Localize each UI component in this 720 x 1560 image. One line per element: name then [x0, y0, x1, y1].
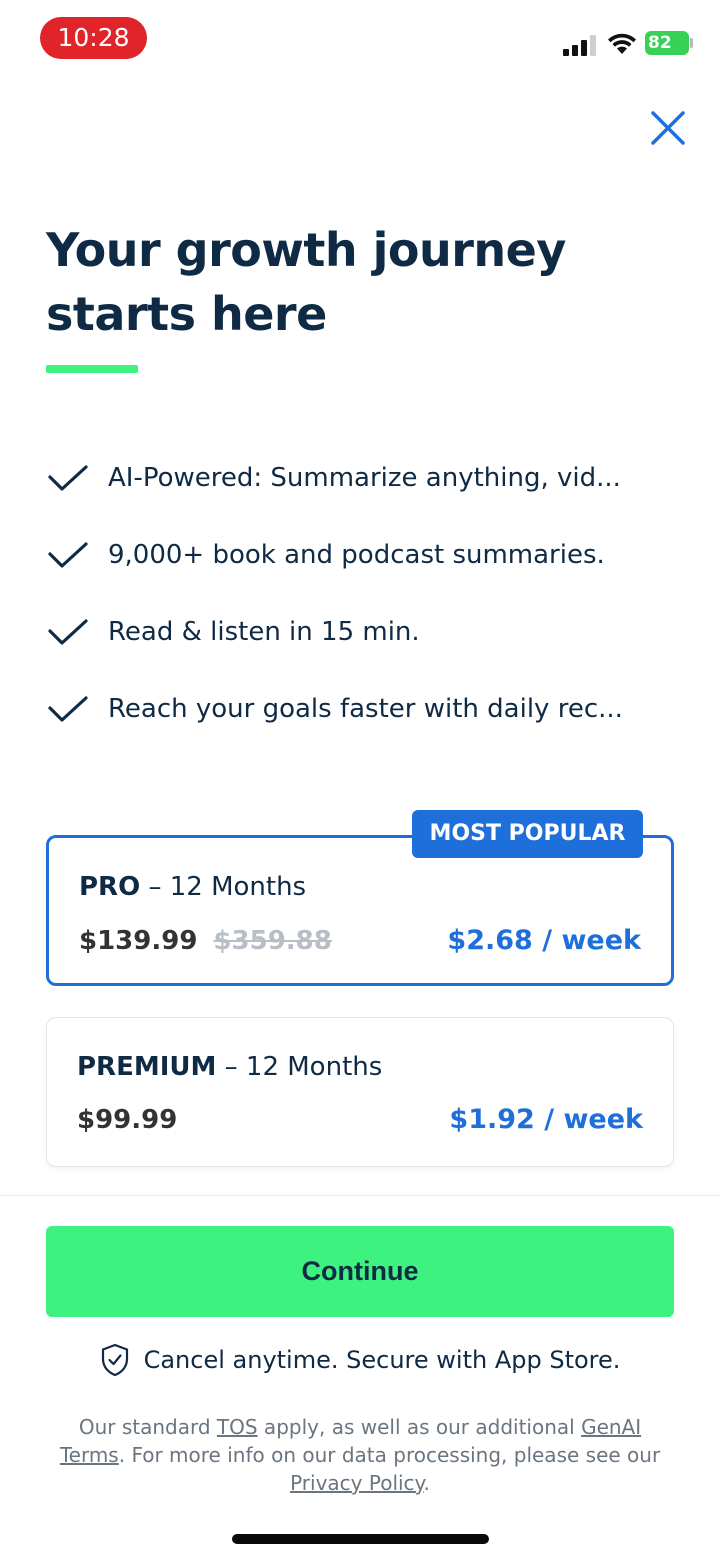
page-title-line2: starts here [46, 287, 327, 341]
cellular-signal-icon [563, 34, 599, 56]
footer-divider [0, 1195, 720, 1196]
feature-item: Read & listen in 15 min. [46, 602, 686, 679]
status-bar: 10:28 82 [0, 0, 720, 80]
check-icon [48, 541, 88, 568]
plan-option-premium[interactable]: PREMIUM – 12 Months $99.99 $1.92 / week [46, 1017, 674, 1167]
title-accent-bar [46, 365, 138, 373]
feature-item: AI-Powered: Summarize anything, vid... [46, 448, 686, 525]
shield-check-icon [101, 1343, 128, 1377]
legal-text: Our standard TOS apply, as well as our a… [50, 1413, 670, 1497]
plan-price-row: $139.99 $359.88 [79, 926, 332, 956]
check-icon [48, 464, 88, 491]
close-icon [651, 111, 685, 145]
feature-item: Reach your goals faster with daily rec..… [46, 679, 686, 756]
check-icon [48, 618, 88, 645]
plan-price: $99.99 [77, 1105, 178, 1135]
secure-notice: Cancel anytime. Secure with App Store. [0, 1343, 720, 1377]
plan-title: PRO – 12 Months [79, 872, 306, 902]
legal-text-part: Our standard [78, 1415, 217, 1439]
page-title-line1: Your growth journey [46, 223, 566, 277]
battery-level: 82 [648, 33, 672, 53]
plan-duration: – 12 Months [140, 872, 307, 902]
plan-duration: – 12 Months [216, 1052, 383, 1082]
feature-item: 9,000+ book and podcast summaries. [46, 525, 686, 602]
legal-text-part: . [423, 1471, 430, 1495]
plan-name: PREMIUM [77, 1052, 217, 1082]
page-title: Your growth journey starts here [46, 218, 646, 346]
close-button[interactable] [645, 105, 691, 151]
battery-icon: 82 [645, 31, 689, 55]
continue-button[interactable]: Continue [46, 1226, 674, 1317]
feature-text: Reach your goals faster with daily rec..… [108, 693, 623, 724]
plan-old-price: $359.88 [213, 926, 332, 956]
privacy-policy-link[interactable]: Privacy Policy [290, 1471, 423, 1495]
feature-text: Read & listen in 15 min. [108, 616, 420, 647]
tos-link[interactable]: TOS [217, 1415, 258, 1439]
status-time: 10:28 [40, 17, 147, 59]
feature-text: AI-Powered: Summarize anything, vid... [108, 462, 621, 493]
feature-text: 9,000+ book and podcast summaries. [108, 539, 605, 570]
legal-text-part: . For more info on our data processing, … [118, 1443, 661, 1467]
home-indicator[interactable] [232, 1534, 489, 1544]
wifi-icon [608, 33, 636, 54]
feature-list: AI-Powered: Summarize anything, vid... 9… [46, 448, 686, 756]
secure-text: Cancel anytime. Secure with App Store. [143, 1346, 621, 1374]
plan-weekly-price: $1.92 / week [449, 1104, 643, 1135]
battery-tip [690, 38, 693, 48]
most-popular-badge: MOST POPULAR [412, 810, 643, 858]
plan-name: PRO [79, 872, 141, 902]
plan-weekly-price: $2.68 / week [447, 925, 641, 956]
plan-price: $139.99 [79, 926, 198, 956]
legal-text-part: apply, as well as our additional [257, 1415, 582, 1439]
plan-title: PREMIUM – 12 Months [77, 1052, 382, 1082]
check-icon [48, 695, 88, 722]
